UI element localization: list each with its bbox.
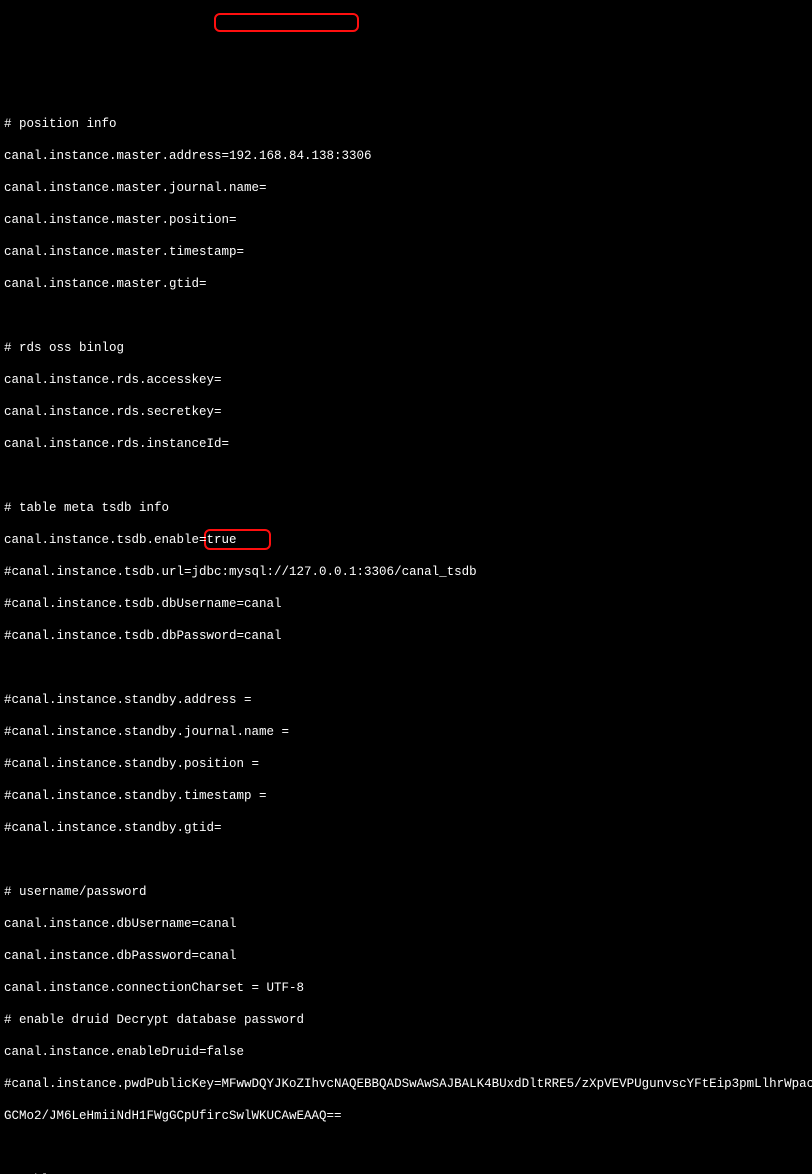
config-line: #canal.instance.standby.timestamp = (4, 788, 808, 804)
config-line: # table regex (4, 1172, 808, 1174)
config-line: canal.instance.master.position= (4, 212, 808, 228)
config-line (4, 660, 808, 676)
config-line (4, 468, 808, 484)
config-line: canal.instance.dbPassword=canal (4, 948, 808, 964)
config-line: canal.instance.dbUsername=canal (4, 916, 808, 932)
config-line: canal.instance.enableDruid=false (4, 1044, 808, 1060)
config-line (4, 1140, 808, 1156)
config-line: canal.instance.master.timestamp= (4, 244, 808, 260)
config-line: # enable druid Decrypt database password (4, 1012, 808, 1028)
config-line: canal.instance.rds.instanceId= (4, 436, 808, 452)
config-line (4, 852, 808, 868)
config-line: # username/password (4, 884, 808, 900)
config-line: canal.instance.tsdb.enable=true (4, 532, 808, 548)
config-line: #canal.instance.standby.address = (4, 692, 808, 708)
config-line: canal.instance.rds.accesskey= (4, 372, 808, 388)
config-line: canal.instance.rds.secretkey= (4, 404, 808, 420)
config-line: canal.instance.master.address=192.168.84… (4, 148, 808, 164)
config-line: canal.instance.connectionCharset = UTF-8 (4, 980, 808, 996)
config-line: #canal.instance.tsdb.dbUsername=canal (4, 596, 808, 612)
config-line: GCMo2/JM6LeHmiiNdH1FWgGCpUfircSwlWKUCAwE… (4, 1108, 808, 1124)
highlight-master-address (214, 13, 359, 32)
config-line: # position info (4, 116, 808, 132)
config-line: #canal.instance.standby.gtid= (4, 820, 808, 836)
config-line: canal.instance.master.journal.name= (4, 180, 808, 196)
config-line: # rds oss binlog (4, 340, 808, 356)
config-line: #canal.instance.standby.position = (4, 756, 808, 772)
config-line: #canal.instance.tsdb.dbPassword=canal (4, 628, 808, 644)
config-line: #canal.instance.tsdb.url=jdbc:mysql://12… (4, 564, 808, 580)
config-line: #canal.instance.standby.journal.name = (4, 724, 808, 740)
config-line: canal.instance.master.gtid= (4, 276, 808, 292)
config-line (4, 308, 808, 324)
config-line: # table meta tsdb info (4, 500, 808, 516)
config-line: #canal.instance.pwdPublicKey=MFwwDQYJKoZ… (4, 1076, 808, 1092)
